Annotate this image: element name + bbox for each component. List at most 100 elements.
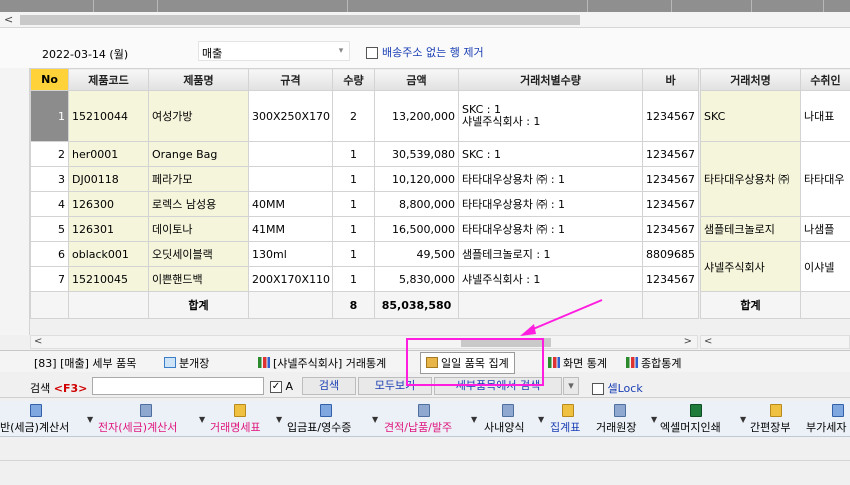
cell-name[interactable]: 이쁜핸드백 xyxy=(148,266,249,292)
cell-partner[interactable]: SKC xyxy=(700,90,801,142)
caret-icon[interactable]: ▼ xyxy=(651,415,657,424)
cell-name[interactable]: 로렉스 남성용 xyxy=(148,191,249,217)
cell-no[interactable]: 6 xyxy=(30,241,69,267)
cell-amount[interactable]: 13,200,000 xyxy=(374,90,459,142)
cell-receiver[interactable]: 이샤넬 xyxy=(800,241,850,292)
cell-spec[interactable]: 300X250X170 xyxy=(248,90,333,142)
toolbar-excel-merge-print[interactable]: 엑셀머지인쇄 xyxy=(660,419,721,435)
tab-partner-stats[interactable]: [샤넬주식회사] 거래통계 xyxy=(258,355,386,371)
table-row[interactable]: 2 her0001 Orange Bag 1 30,539,080 SKC : … xyxy=(30,141,699,167)
cell-partner-qty[interactable]: 타타대우상용차 ㈜ : 1 xyxy=(458,216,643,242)
cell-no[interactable]: 1 xyxy=(30,90,69,142)
tab-split[interactable]: 분개장 xyxy=(164,355,209,371)
cell-no[interactable]: 3 xyxy=(30,166,69,192)
cell-name[interactable]: 오딧세이블랙 xyxy=(148,241,249,267)
scroll-left-icon[interactable]: < xyxy=(34,336,42,347)
toolbar-vat[interactable]: 부가세자 xyxy=(806,419,846,435)
col-header-partner-qty[interactable]: 거래처별수량 xyxy=(458,68,643,91)
checkbox-icon[interactable] xyxy=(592,383,604,395)
exclude-no-address-checkbox[interactable]: 배송주소 없는 행 제거 xyxy=(366,44,484,60)
table-row[interactable]: 4 126300 로렉스 남성용 40MM 1 8,800,000 타타대우상용… xyxy=(30,191,699,217)
tab-total-stats[interactable]: 종합통계 xyxy=(626,355,681,371)
cell-lock-checkbox[interactable]: 셀Lock xyxy=(592,380,643,396)
cell-qty[interactable]: 1 xyxy=(332,241,375,267)
col-header-name[interactable]: 제품명 xyxy=(148,68,249,91)
cell-code[interactable]: her0001 xyxy=(68,141,149,167)
caret-icon[interactable]: ▼ xyxy=(87,415,93,424)
cell-receiver[interactable]: 나대표 xyxy=(800,90,850,142)
cell-code[interactable]: DJ00118 xyxy=(68,166,149,192)
checkbox-icon[interactable] xyxy=(366,47,378,59)
table-row[interactable]: 3 DJ00118 페라가모 1 10,120,000 타타대우상용차 ㈜ : … xyxy=(30,166,699,192)
cell-amount[interactable]: 30,539,080 xyxy=(374,141,459,167)
cell-name[interactable]: 여성가방 xyxy=(148,90,249,142)
top-horizontal-scrollbar[interactable]: < xyxy=(0,12,850,28)
cell-code[interactable]: 126301 xyxy=(68,216,149,242)
sales-type-select[interactable]: 매출 ▾ xyxy=(198,41,350,61)
cell-partner-qty[interactable]: 타타대우상용차 ㈜ : 1 xyxy=(458,166,643,192)
scroll-left-icon[interactable]: < xyxy=(4,13,13,26)
cell-receiver[interactable]: 타타대우 xyxy=(800,141,850,217)
cell-barcode[interactable]: 1234567 xyxy=(642,216,699,242)
list-item[interactable]: 샘플테크놀로지 나샘플 xyxy=(700,216,850,242)
caret-icon[interactable]: ▼ xyxy=(372,415,378,424)
side-horizontal-scrollbar[interactable]: < xyxy=(700,335,850,349)
cell-spec[interactable] xyxy=(248,141,333,167)
toolbar-tax-invoice[interactable]: 반(세금)계산서 xyxy=(0,419,69,435)
cell-qty[interactable]: 1 xyxy=(332,266,375,292)
list-item[interactable]: SKC 나대표 xyxy=(700,90,850,142)
toolbar-estimate-order[interactable]: 견적/납품/발주 xyxy=(384,419,452,435)
cell-partner-qty[interactable]: 타타대우상용차 ㈜ : 1 xyxy=(458,191,643,217)
scroll-thumb[interactable] xyxy=(20,15,580,25)
cell-qty[interactable]: 1 xyxy=(332,141,375,167)
cell-no[interactable]: 2 xyxy=(30,141,69,167)
tab-detail-items[interactable]: [83] [매출] 세부 품목 xyxy=(34,355,136,371)
cell-qty[interactable]: 1 xyxy=(332,166,375,192)
cell-spec[interactable]: 41MM xyxy=(248,216,333,242)
cell-code[interactable]: oblack001 xyxy=(68,241,149,267)
cell-barcode[interactable]: 8809685 xyxy=(642,241,699,267)
cell-amount[interactable]: 16,500,000 xyxy=(374,216,459,242)
toolbar-simple-ledger[interactable]: 간편장부 xyxy=(750,419,790,435)
cell-no[interactable]: 5 xyxy=(30,216,69,242)
col-header-code[interactable]: 제품코드 xyxy=(68,68,149,91)
caret-icon[interactable]: ▼ xyxy=(471,415,477,424)
cell-code[interactable]: 126300 xyxy=(68,191,149,217)
table-row[interactable]: 5 126301 데이토나 41MM 1 16,500,000 타타대우상용차 … xyxy=(30,216,699,242)
col-header-partner[interactable]: 거래처명 xyxy=(700,68,801,91)
col-header-receiver[interactable]: 수취인 xyxy=(800,68,850,91)
cell-no[interactable]: 7 xyxy=(30,266,69,292)
table-row[interactable]: 1 15210044 여성가방 300X250X170 2 13,200,000… xyxy=(30,90,699,142)
cell-qty[interactable]: 1 xyxy=(332,216,375,242)
cell-spec[interactable] xyxy=(248,166,333,192)
cell-partner-qty[interactable]: SKC : 1 xyxy=(458,141,643,167)
cell-barcode[interactable]: 1234567 xyxy=(642,166,699,192)
search-button[interactable]: 검색 xyxy=(302,377,356,395)
caret-icon[interactable]: ▼ xyxy=(740,415,746,424)
col-header-amount[interactable]: 금액 xyxy=(374,68,459,91)
cell-barcode[interactable]: 1234567 xyxy=(642,141,699,167)
cell-name[interactable]: 데이토나 xyxy=(148,216,249,242)
cell-name[interactable]: Orange Bag xyxy=(148,141,249,167)
cell-spec[interactable]: 40MM xyxy=(248,191,333,217)
toolbar-ledger[interactable]: 거래원장 xyxy=(596,419,636,435)
toolbar-transaction-statement[interactable]: 거래명세표 xyxy=(210,419,261,435)
col-header-no[interactable]: No xyxy=(30,68,69,91)
cell-no[interactable]: 4 xyxy=(30,191,69,217)
list-item[interactable]: 타타대우상용차 ㈜ 타타대우 xyxy=(700,141,850,217)
cell-amount[interactable]: 49,500 xyxy=(374,241,459,267)
cell-amount[interactable]: 8,800,000 xyxy=(374,191,459,217)
cell-name[interactable]: 페라가모 xyxy=(148,166,249,192)
cell-barcode[interactable]: 1234567 xyxy=(642,191,699,217)
toolbar-internal-form[interactable]: 사내양식 xyxy=(484,419,524,435)
table-row[interactable]: 6 oblack001 오딧세이블랙 130ml 1 49,500 샘플테크놀로… xyxy=(30,241,699,267)
list-item[interactable]: 샤넬주식회사 이샤넬 xyxy=(700,241,850,292)
toolbar-e-tax-invoice[interactable]: 전자(세금)계산서 xyxy=(98,419,177,435)
search-input[interactable] xyxy=(92,377,264,395)
cell-amount[interactable]: 5,830,000 xyxy=(374,266,459,292)
cell-partner[interactable]: 샤넬주식회사 xyxy=(700,241,801,292)
table-row[interactable]: 7 15210045 이쁜핸드백 200X170X110 1 5,830,000… xyxy=(30,266,699,292)
col-header-qty[interactable]: 수량 xyxy=(332,68,375,91)
cell-code[interactable]: 15210045 xyxy=(68,266,149,292)
cell-qty[interactable]: 1 xyxy=(332,191,375,217)
